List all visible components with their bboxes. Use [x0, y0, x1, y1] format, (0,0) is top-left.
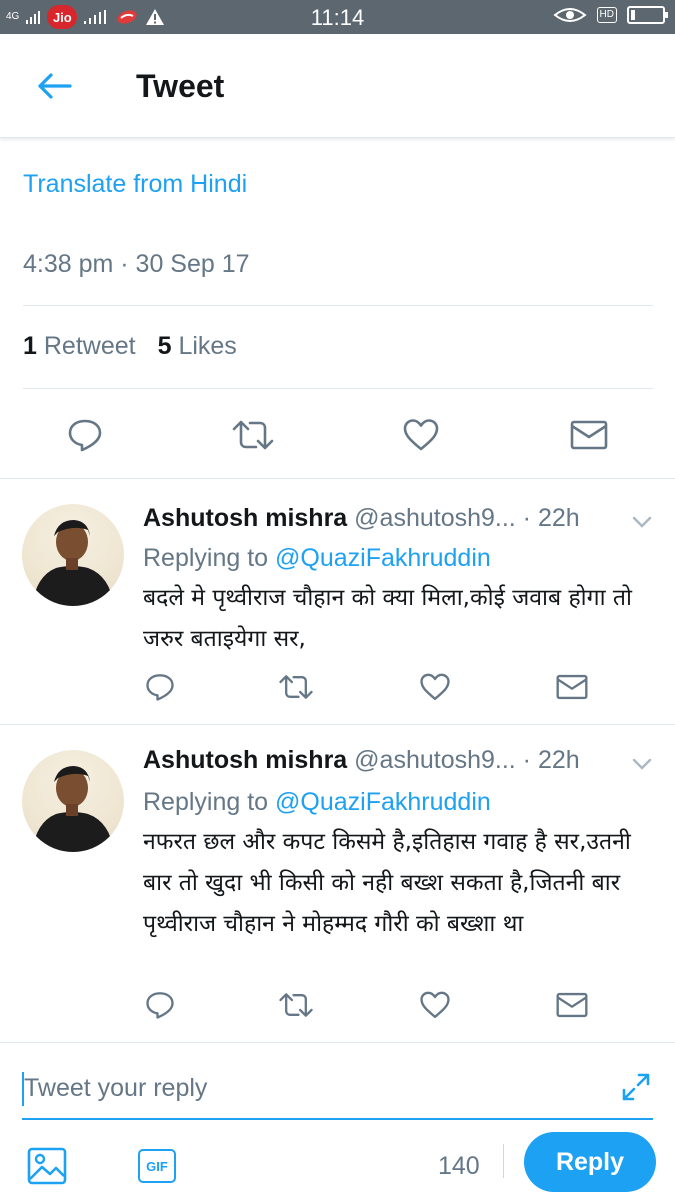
- reply-tweet[interactable]: Ashutosh mishra @ashutosh9... · 22h Repl…: [0, 478, 675, 724]
- status-right: HD: [552, 6, 668, 24]
- expand-icon: [622, 1073, 650, 1101]
- like-button[interactable]: [410, 662, 460, 712]
- composer-toolbar: GIF 140 Reply: [0, 1130, 675, 1200]
- mail-icon: [570, 420, 608, 450]
- reply-button[interactable]: [135, 662, 185, 712]
- reply-actions: [0, 662, 675, 712]
- retweet-icon: [279, 675, 313, 699]
- tweet-timestamp: 4:38 pm · 30 Sep 17: [23, 250, 250, 278]
- share-button[interactable]: [547, 662, 597, 712]
- retweet-count: 1: [23, 332, 37, 360]
- reply-composer: [22, 1062, 653, 1120]
- add-gif-button[interactable]: GIF: [135, 1144, 179, 1188]
- replying-prefix: Replying to: [143, 544, 269, 572]
- character-counter: 140: [438, 1152, 480, 1180]
- reply-tweet[interactable]: Ashutosh mishra @ashutosh9... · 22h Repl…: [0, 724, 675, 1042]
- share-button[interactable]: [547, 980, 597, 1030]
- retweet-button[interactable]: [271, 662, 321, 712]
- author-handle-time: @ashutosh9... · 22h: [354, 504, 580, 532]
- top-app-bar: Tweet: [0, 34, 675, 138]
- translate-link[interactable]: Translate from Hindi: [23, 170, 247, 199]
- mail-icon: [556, 992, 588, 1018]
- toolbar-divider: [503, 1144, 504, 1178]
- share-button[interactable]: [564, 410, 614, 460]
- tweet-actions: [0, 410, 675, 460]
- avatar-photo: [32, 520, 114, 606]
- back-button[interactable]: [26, 64, 82, 108]
- like-label: Likes: [178, 332, 237, 360]
- replying-prefix: Replying to: [143, 788, 269, 816]
- retweet-button[interactable]: [271, 980, 321, 1030]
- tweet-menu-button[interactable]: [628, 750, 656, 778]
- replying-to: Replying to @QuaziFakhruddin: [143, 788, 491, 817]
- chevron-down-icon: [632, 758, 652, 770]
- mail-icon: [556, 674, 588, 700]
- retweet-icon: [279, 993, 313, 1017]
- eye-icon: [552, 8, 587, 22]
- like-count: 5: [157, 332, 172, 360]
- chevron-down-icon: [632, 516, 652, 528]
- divider: [23, 305, 653, 306]
- replying-to-handle[interactable]: @QuaziFakhruddin: [275, 788, 491, 816]
- page-title: Tweet: [136, 68, 225, 104]
- heart-icon: [420, 673, 450, 700]
- reply-icon: [146, 992, 174, 1019]
- divider: [23, 388, 653, 389]
- author-handle-time: @ashutosh9... · 22h: [354, 746, 580, 774]
- reply-submit-button[interactable]: Reply: [524, 1132, 656, 1192]
- retweet-label: Retweet: [43, 332, 136, 360]
- heart-icon: [420, 991, 450, 1018]
- reply-input[interactable]: [24, 1070, 584, 1106]
- arrow-left-icon: [38, 73, 72, 99]
- image-icon: [27, 1147, 67, 1185]
- engagement-counts: 1 Retweet 5 Likes: [23, 332, 237, 361]
- reply-header: Ashutosh mishra @ashutosh9... · 22h: [143, 746, 580, 775]
- expand-composer-button[interactable]: [619, 1070, 653, 1104]
- avatar-photo: [32, 766, 114, 852]
- avatar[interactable]: [22, 750, 124, 852]
- retweet-count-link[interactable]: 1 Retweet: [23, 332, 136, 361]
- tweet-menu-button[interactable]: [628, 508, 656, 536]
- like-button[interactable]: [410, 980, 460, 1030]
- add-photo-button[interactable]: [25, 1144, 69, 1188]
- hd-badge: HD: [596, 7, 617, 23]
- reply-icon: [146, 674, 174, 701]
- reply-text: बदले मे पृथ्वीराज चौहान को क्या मिला,कोई…: [143, 585, 632, 652]
- gif-icon: GIF: [138, 1149, 176, 1183]
- author-name[interactable]: Ashutosh mishra: [143, 504, 347, 532]
- battery-level: [631, 10, 635, 20]
- retweet-icon: [232, 420, 274, 450]
- reply-button[interactable]: [135, 980, 185, 1030]
- reply-text: नफरत छल और कपट किसमे है,इतिहास गवाह है स…: [143, 829, 631, 937]
- retweet-button[interactable]: [228, 410, 278, 460]
- status-bar: 4G Jio 11:14 HD: [0, 0, 675, 34]
- like-count-link[interactable]: 5 Likes: [158, 332, 237, 361]
- avatar[interactable]: [22, 504, 124, 606]
- like-button[interactable]: [396, 410, 446, 460]
- replying-to-handle[interactable]: @QuaziFakhruddin: [275, 544, 491, 572]
- author-name[interactable]: Ashutosh mishra: [143, 746, 347, 774]
- separator: [0, 1042, 675, 1043]
- battery-icon: [627, 6, 668, 24]
- reply-actions: [0, 980, 675, 1030]
- reply-button[interactable]: [60, 410, 110, 460]
- reply-icon: [68, 419, 102, 452]
- heart-icon: [403, 419, 439, 451]
- replying-to: Replying to @QuaziFakhruddin: [143, 544, 491, 573]
- reply-header: Ashutosh mishra @ashutosh9... · 22h: [143, 504, 580, 533]
